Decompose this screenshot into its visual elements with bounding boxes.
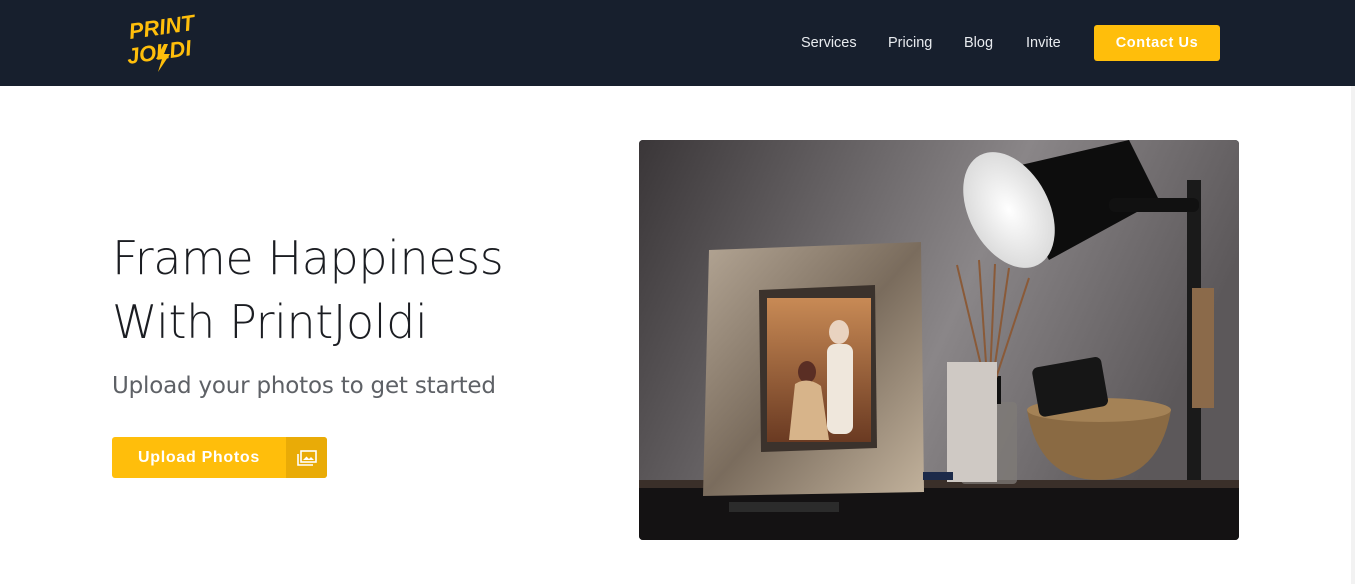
contact-us-button[interactable]: Contact Us: [1094, 25, 1220, 61]
site-header: PRINT JOLDI Services Pricing Blog Invite…: [0, 0, 1355, 86]
upload-photos-label: Upload Photos: [138, 449, 260, 466]
hero-title: Frame Happiness With PrintJoldi: [112, 226, 592, 354]
hero-image: [639, 140, 1239, 540]
printjoldi-logo[interactable]: PRINT JOLDI: [126, 12, 204, 74]
hero-title-line2: With PrintJoldi: [112, 295, 428, 349]
scrollbar[interactable]: [1351, 86, 1355, 584]
hero-title-line1: Frame Happiness: [112, 231, 504, 285]
nav-services[interactable]: Services: [801, 34, 857, 52]
nav-invite[interactable]: Invite: [1026, 34, 1061, 52]
framed-photo-on-table-icon: [639, 140, 1239, 540]
nav-blog[interactable]: Blog: [964, 34, 993, 52]
photos-icon: [286, 437, 327, 478]
hero-subtitle: Upload your photos to get started: [112, 373, 496, 399]
nav-pricing[interactable]: Pricing: [888, 34, 932, 52]
upload-photos-button[interactable]: Upload Photos: [112, 437, 327, 478]
